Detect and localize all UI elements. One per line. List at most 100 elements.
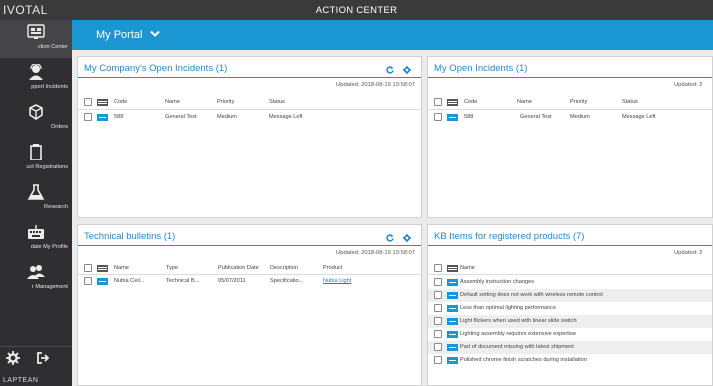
panel-divider (78, 77, 421, 78)
row-checkbox[interactable] (434, 356, 442, 364)
column-header-code[interactable]: Code (114, 99, 127, 105)
row-checkbox[interactable] (84, 113, 92, 121)
column-header-name[interactable]: Name (165, 99, 180, 105)
kb-items-panel: KB Items for registered products (7) Upd… (427, 224, 713, 386)
company-incidents-panel: My Company's Open Incidents (1) Updated:… (77, 56, 422, 218)
cell-name: General Test (520, 114, 552, 120)
column-header-type[interactable]: Type (166, 265, 178, 271)
footer-brand-logo: LAPTEAN (3, 377, 39, 384)
list-item[interactable]: Default setting does not work with wirel… (428, 289, 712, 302)
column-header-status[interactable]: Status (269, 99, 285, 105)
top-bar: IVOTAL ACTION CENTER (0, 0, 713, 20)
kb-article-icon[interactable] (447, 331, 458, 338)
sidebar-item-label: Research (44, 204, 68, 210)
app-title: ACTION CENTER (315, 5, 398, 16)
table-header-divider (428, 274, 712, 275)
row-checkbox[interactable] (84, 277, 92, 285)
kb-article-icon[interactable] (447, 292, 458, 299)
column-header-description[interactable]: Description (270, 265, 298, 271)
column-header-code[interactable]: Code (464, 99, 477, 105)
panel-title: Technical bulletins (1) (84, 231, 176, 242)
bulletin-icon[interactable] (97, 278, 108, 285)
column-header-status[interactable]: Status (622, 99, 638, 105)
kb-item-name: Assembly instruction changes (460, 279, 534, 285)
table-header-icon (97, 265, 108, 272)
panel-title: My Company's Open Incidents (1) (84, 63, 228, 74)
cell-status: Message Left (622, 114, 656, 120)
sidebar-item-label: Orders (50, 124, 68, 130)
row-checkbox[interactable] (434, 330, 442, 338)
incident-icon[interactable] (97, 114, 108, 121)
column-header-name[interactable]: Name (517, 99, 532, 105)
select-all-checkbox[interactable] (434, 264, 442, 272)
gear-icon[interactable] (6, 351, 20, 365)
list-item[interactable]: Polished chrome finish scratches during … (428, 354, 712, 367)
cell-name: General Test (165, 114, 197, 120)
incident-icon[interactable] (447, 114, 458, 121)
column-header-priority[interactable]: Priority (570, 99, 587, 105)
sidebar-item-research[interactable]: Research (0, 180, 72, 218)
dashboard-icon (27, 24, 45, 39)
updated-timestamp: Updated: 2 (674, 250, 703, 256)
column-header-priority[interactable]: Priority (217, 99, 234, 105)
chevron-down-icon[interactable] (150, 30, 160, 38)
list-item[interactable]: Part of document missing with latest shi… (428, 341, 712, 354)
app-window: IVOTAL ACTION CENTER ction Center pport … (0, 0, 713, 386)
row-checkbox[interactable] (434, 291, 442, 299)
settings-gear-icon[interactable] (403, 66, 411, 74)
row-checkbox[interactable] (434, 278, 442, 286)
kb-item-name: Light flickers when used with linear sli… (460, 318, 577, 324)
sidebar-item-product-registrations[interactable]: uct Registrations (0, 140, 72, 178)
column-header-name[interactable]: Name (114, 265, 129, 271)
sidebar-item-orders[interactable]: Orders (0, 100, 72, 138)
row-checkbox[interactable] (434, 113, 442, 121)
list-item[interactable]: Lighting assembly requires extensive exp… (428, 328, 712, 341)
column-header-publication-date[interactable]: Publication Date (218, 265, 259, 271)
cell-status: Message Left (269, 114, 303, 120)
select-all-checkbox[interactable] (84, 98, 92, 106)
technical-bulletins-panel: Technical bulletins (1) Updated: 2018-08… (77, 224, 422, 386)
kb-article-icon[interactable] (447, 344, 458, 351)
cell-priority: Medium (570, 114, 590, 120)
list-item[interactable]: Assembly instruction changes (428, 276, 712, 289)
cell-publication-date: 05/07/2011 (218, 278, 246, 284)
panel-title: My Open Incidents (1) (434, 63, 528, 74)
updated-timestamp: Updated: 2018-08-19 10:58:07 (336, 82, 415, 88)
dashboard-area: My Company's Open Incidents (1) Updated:… (72, 50, 713, 386)
list-item[interactable]: Light flickers when used with linear sli… (428, 315, 712, 328)
kb-article-icon[interactable] (447, 357, 458, 364)
kb-article-icon[interactable] (447, 305, 458, 312)
row-checkbox[interactable] (434, 343, 442, 351)
table-header-divider (78, 274, 421, 275)
list-item[interactable]: Less than optimal lighting performance (428, 302, 712, 315)
column-header-product[interactable]: Product (323, 265, 342, 271)
kb-item-name: Polished chrome finish scratches during … (460, 357, 587, 363)
sidebar-item-support-incidents[interactable]: pport Incidents (0, 60, 72, 98)
select-all-checkbox[interactable] (84, 264, 92, 272)
select-all-checkbox[interactable] (434, 98, 442, 106)
sidebar-item-action-center[interactable]: ction Center (0, 20, 72, 58)
panel-divider (428, 245, 712, 246)
kb-article-icon[interactable] (447, 279, 458, 286)
row-checkbox[interactable] (434, 317, 442, 325)
cell-name: Nubia Ceil... (114, 278, 145, 284)
kb-item-name: Default setting does not work with wirel… (460, 292, 603, 298)
settings-gear-icon[interactable] (403, 234, 411, 242)
portal-selector[interactable]: My Portal (96, 29, 142, 41)
sidebar-item-label: pport Incidents (31, 84, 68, 90)
sidebar: ction Center pport Incidents Orders uct … (0, 20, 72, 386)
kb-article-icon[interactable] (447, 318, 458, 325)
column-header-name[interactable]: Name (460, 265, 475, 271)
product-link[interactable]: Nubia Light (323, 278, 351, 284)
panel-divider (78, 245, 421, 246)
cell-code: 588 (114, 114, 124, 120)
row-checkbox[interactable] (434, 304, 442, 312)
sidebar-item-user-management[interactable]: r Management (0, 260, 72, 298)
logout-icon[interactable] (36, 351, 50, 365)
sidebar-item-update-my-profile[interactable]: date My Profile (0, 220, 72, 258)
refresh-icon[interactable] (385, 234, 394, 242)
table-header-icon (447, 265, 458, 272)
refresh-icon[interactable] (385, 66, 394, 74)
clipboard-icon (30, 144, 42, 160)
kb-item-name: Lighting assembly requires extensive exp… (460, 331, 576, 337)
